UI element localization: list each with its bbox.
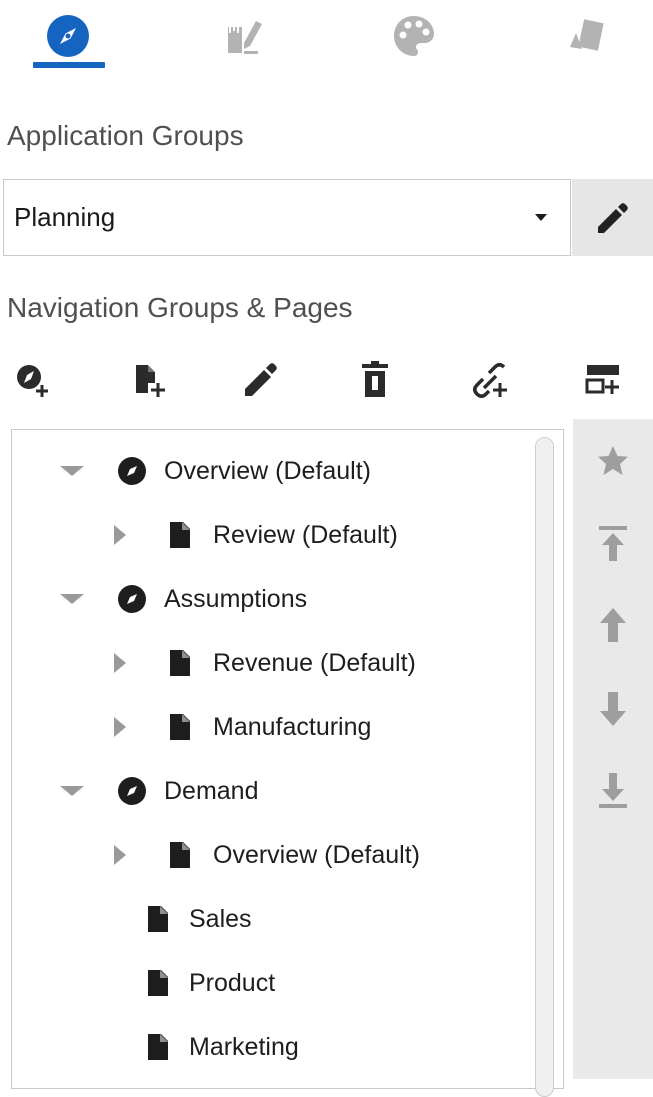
tree-item-label: Product	[189, 968, 276, 997]
tree-item-label: Overview (Default)	[213, 840, 420, 869]
active-tab-indicator	[33, 62, 105, 68]
add-group-icon	[13, 359, 53, 399]
page-icon	[146, 1033, 170, 1061]
tree-page-sales[interactable]: Sales	[146, 899, 252, 939]
caret-right-icon[interactable]	[112, 843, 132, 867]
caret-down-icon[interactable]	[58, 592, 86, 606]
tree-group-overview[interactable]: Overview (Default)	[58, 451, 371, 491]
tree-page-overview[interactable]: Overview (Default)	[112, 835, 420, 875]
compass-icon	[45, 13, 91, 59]
add-page-icon	[128, 359, 168, 399]
tree-item-label: Assumptions	[164, 584, 308, 613]
pencil-icon	[594, 199, 632, 237]
move-top-button[interactable]	[593, 523, 633, 563]
tree-group-assumptions[interactable]: Assumptions	[58, 579, 307, 619]
delete-item-button[interactable]	[351, 355, 399, 403]
move-down-button[interactable]	[593, 689, 633, 729]
caret-down-icon	[534, 213, 548, 222]
tree-scrollbar[interactable]	[535, 437, 554, 1097]
caret-down-icon[interactable]	[58, 464, 86, 478]
page-icon	[168, 841, 192, 869]
compass-icon	[117, 776, 147, 806]
add-section-icon	[583, 359, 623, 399]
caret-down-icon[interactable]	[58, 784, 86, 798]
tree-action-rail	[573, 419, 653, 1079]
tree-group-demand[interactable]: Demand	[58, 771, 259, 811]
page-icon	[168, 649, 192, 677]
add-section-button[interactable]	[579, 355, 627, 403]
add-link-button[interactable]	[465, 355, 513, 403]
tree-page-revenue[interactable]: Revenue (Default)	[112, 643, 416, 683]
tree-item-label: Overview (Default)	[164, 456, 371, 485]
add-page-button[interactable]	[124, 355, 172, 403]
move-down-icon	[596, 689, 630, 729]
tree-item-label: Revenue (Default)	[213, 648, 416, 677]
tree-item-label: Demand	[164, 776, 259, 805]
tree-page-review[interactable]: Review (Default)	[112, 515, 398, 555]
application-groups-title: Application Groups	[7, 120, 244, 151]
move-up-icon	[596, 605, 630, 645]
move-bottom-icon	[596, 771, 630, 811]
edit-item-button[interactable]	[237, 355, 285, 403]
move-bottom-button[interactable]	[593, 771, 633, 811]
tab-design[interactable]	[213, 12, 273, 60]
palette-icon	[391, 13, 437, 59]
tree-item-label: Sales	[189, 904, 252, 933]
edit-application-group-button[interactable]	[572, 179, 653, 256]
tree-page-product[interactable]: Product	[146, 963, 275, 1003]
move-up-button[interactable]	[593, 605, 633, 645]
navigation-title: Navigation Groups & Pages	[7, 292, 353, 323]
tab-cards[interactable]	[557, 12, 617, 60]
compass-icon	[117, 584, 147, 614]
tree-page-marketing[interactable]: Marketing	[146, 1027, 299, 1067]
edit-icon	[241, 359, 281, 399]
caret-right-icon[interactable]	[112, 715, 132, 739]
tree-item-label: Review (Default)	[213, 520, 398, 549]
add-link-icon	[469, 359, 509, 399]
add-group-button[interactable]	[9, 355, 57, 403]
caret-right-icon[interactable]	[112, 651, 132, 675]
tab-theme[interactable]	[384, 12, 444, 60]
delete-icon	[355, 359, 395, 399]
compass-icon	[117, 456, 147, 486]
application-group-value: Planning	[14, 202, 116, 232]
page-icon	[168, 713, 192, 741]
cards-icon	[564, 13, 610, 59]
tree-item-label: Manufacturing	[213, 712, 372, 741]
page-icon	[146, 969, 170, 997]
move-top-icon	[596, 523, 630, 563]
tree-item-label: Marketing	[189, 1032, 299, 1061]
tree-page-manufacturing[interactable]: Manufacturing	[112, 707, 371, 747]
caret-right-icon[interactable]	[112, 523, 132, 547]
page-icon	[146, 905, 170, 933]
pencil-ruler-icon	[220, 13, 266, 59]
tab-navigation[interactable]	[38, 12, 98, 60]
set-default-button[interactable]	[593, 441, 633, 481]
star-icon	[596, 444, 630, 478]
application-group-select[interactable]: Planning	[3, 179, 571, 256]
page-icon	[168, 521, 192, 549]
